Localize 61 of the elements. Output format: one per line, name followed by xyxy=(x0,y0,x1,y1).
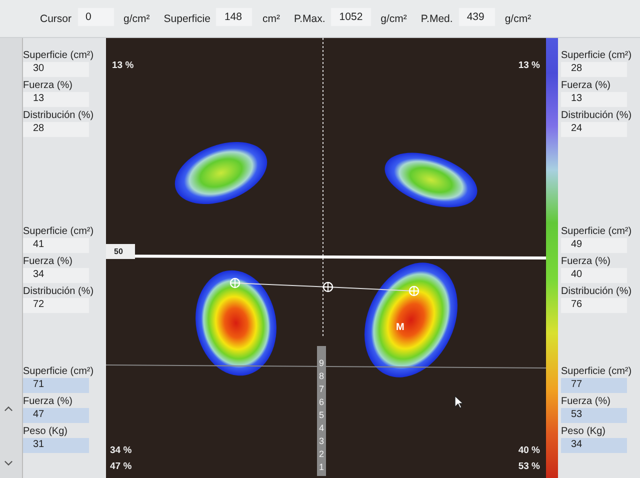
value-field: 28 xyxy=(561,62,627,77)
field-label: Distribución (%) xyxy=(561,286,632,298)
value-field: 47 xyxy=(23,408,89,423)
field-label: Distribución (%) xyxy=(23,110,94,122)
value-field: 34 xyxy=(561,438,627,453)
percentage-label: 53 % xyxy=(518,461,540,472)
field-label: Superficie (cm²) xyxy=(23,366,94,378)
unit-label: g/cm² xyxy=(124,12,150,24)
field-label: Superficie (cm²) xyxy=(561,366,632,378)
unit-label: g/cm² xyxy=(380,12,407,24)
value-field: 439 xyxy=(458,8,495,26)
value-field: 34 xyxy=(23,268,89,283)
field-label: Peso (Kg) xyxy=(23,426,68,438)
field-label: Superficie xyxy=(164,12,210,24)
value-field: 24 xyxy=(561,122,627,137)
field-label: Fuerza (%) xyxy=(561,256,610,268)
field-label: Peso (Kg) xyxy=(561,426,606,438)
field-label: Fuerza (%) xyxy=(561,396,610,408)
field-label: Distribución (%) xyxy=(23,286,94,298)
unit-label: cm² xyxy=(262,12,280,24)
percentage-label: 47 % xyxy=(110,461,132,472)
value-field: 49 xyxy=(561,238,627,253)
value-field: 40 xyxy=(561,268,627,283)
unit-label: g/cm² xyxy=(504,12,532,24)
field-label: Superficie (cm²) xyxy=(23,226,94,238)
value-field: 13 xyxy=(561,92,627,107)
value-field: 0 xyxy=(78,8,114,26)
field-label: P.Med. xyxy=(420,12,453,24)
value-field: 71 xyxy=(23,378,89,393)
value-field: 28 xyxy=(23,122,89,137)
field-label: Cursor xyxy=(40,12,72,24)
value-field: 148 xyxy=(216,8,252,26)
field-label: Fuerza (%) xyxy=(23,396,72,408)
ruler: 9 8 7 6 5 4 3 2 1 xyxy=(317,346,326,476)
value-field: 77 xyxy=(561,378,627,393)
mouse-pointer-icon xyxy=(454,395,464,409)
field-label: Superficie (cm²) xyxy=(23,50,94,62)
field-label: Superficie (cm²) xyxy=(561,226,632,238)
chevron-up-icon[interactable] xyxy=(4,406,13,412)
field-label: Fuerza (%) xyxy=(23,80,72,92)
value-field: 41 xyxy=(23,238,89,253)
field-label: Fuerza (%) xyxy=(561,80,610,92)
value-field: 72 xyxy=(23,298,89,313)
value-field: 31 xyxy=(23,438,89,453)
value-field: 53 xyxy=(561,408,627,423)
field-label: Fuerza (%) xyxy=(23,256,72,268)
field-label: P.Max. xyxy=(294,12,326,24)
field-label: Distribución (%) xyxy=(561,110,632,122)
value-field: 13 xyxy=(23,92,89,107)
percentage-label: 13 % xyxy=(518,60,540,71)
divider-handle[interactable]: 50 xyxy=(106,244,135,259)
percentage-label: 13 % xyxy=(112,60,134,71)
crosshair-icon[interactable] xyxy=(322,282,334,292)
value-field: 1052 xyxy=(331,8,371,26)
chevron-down-icon[interactable] xyxy=(4,460,13,466)
value-field: 30 xyxy=(23,62,89,77)
value-field: 76 xyxy=(561,298,627,313)
field-label: Superficie (cm²) xyxy=(561,50,632,62)
percentage-label: 34 % xyxy=(110,445,132,456)
marker-label: M xyxy=(396,322,404,333)
percentage-label: 40 % xyxy=(518,445,540,456)
